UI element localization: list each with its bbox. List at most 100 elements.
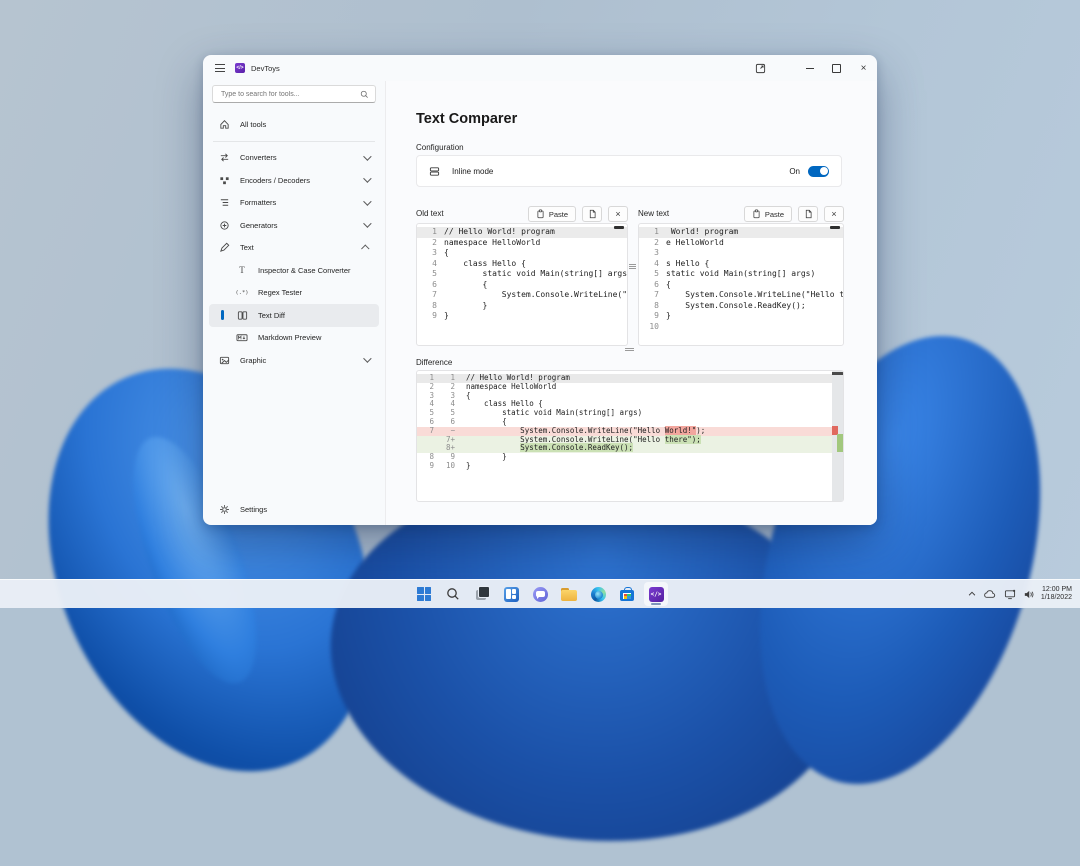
inspector-icon: T xyxy=(236,264,248,276)
vertical-resize-handle[interactable] xyxy=(625,348,634,351)
toggle-state-label: On xyxy=(789,167,800,176)
sidebar-item-label: All tools xyxy=(240,120,266,129)
scrollbar-thumb[interactable] xyxy=(614,226,624,229)
taskbar-task-view-button[interactable] xyxy=(470,582,494,606)
code-line: 1 World! program xyxy=(639,227,843,238)
clipboard-icon xyxy=(752,209,761,219)
sidebar-item-label: Encoders / Decoders xyxy=(240,176,310,185)
code-line: 1// Hello World! program xyxy=(417,227,627,238)
sidebar-item-graphic[interactable]: Graphic xyxy=(209,349,379,372)
chat-icon xyxy=(533,587,548,602)
chevron-up-icon xyxy=(361,244,369,252)
difference-label: Difference xyxy=(416,358,452,367)
sidebar-item-markdown-preview[interactable]: Markdown Preview xyxy=(209,327,379,350)
chevron-down-icon xyxy=(363,197,371,205)
code-line: 5 static void Main(string[] args) xyxy=(417,269,627,280)
titlebar[interactable]: </> DevToys × xyxy=(203,55,877,81)
close-icon: × xyxy=(615,209,620,219)
old-paste-button[interactable]: Paste xyxy=(528,206,576,222)
sidebar-item-generators[interactable]: Generators xyxy=(209,214,379,237)
diff-row: 89 } xyxy=(417,453,843,462)
sidebar-item-label: Markdown Preview xyxy=(258,333,321,342)
tray-date: 1/18/2022 xyxy=(1041,594,1072,603)
maximize-button[interactable] xyxy=(823,55,850,81)
taskbar: </> 12:00 PM 1/18/2022 xyxy=(0,579,1080,608)
compact-overlay-button[interactable] xyxy=(747,55,774,81)
taskbar-chat-button[interactable] xyxy=(528,582,552,606)
taskbar-widgets-button[interactable] xyxy=(499,582,523,606)
text-panes: Old text Paste × 1// Hello World! xyxy=(416,200,844,346)
taskbar-store-button[interactable] xyxy=(615,582,639,606)
edge-icon xyxy=(591,587,606,602)
sidebar-item-label: Text xyxy=(240,243,254,252)
tray-time: 12:00 PM xyxy=(1041,586,1072,595)
generators-icon xyxy=(218,219,230,231)
sidebar-divider xyxy=(213,141,375,142)
taskbar-devtoys-button[interactable]: </> xyxy=(644,582,668,606)
encoders-icon xyxy=(218,174,230,186)
new-text-label: New text xyxy=(638,209,669,218)
hamburger-menu-icon[interactable] xyxy=(215,64,225,72)
minimize-button[interactable] xyxy=(796,55,823,81)
graphic-icon xyxy=(218,354,230,366)
scrollbar-thumb[interactable] xyxy=(832,372,843,375)
ruler-addition-mark xyxy=(837,434,843,452)
sidebar-item-regex-tester[interactable]: (.*)Regex Tester xyxy=(209,282,379,305)
old-open-file-button[interactable] xyxy=(582,206,602,222)
taskbar-clock[interactable]: 12:00 PM 1/18/2022 xyxy=(1041,586,1072,603)
new-open-file-button[interactable] xyxy=(798,206,818,222)
onedrive-icon[interactable] xyxy=(984,589,997,599)
taskbar-edge-button[interactable] xyxy=(586,582,610,606)
taskbar-file-explorer-button[interactable] xyxy=(557,582,581,606)
code-line: 3 xyxy=(639,248,843,259)
pane-splitter-handle[interactable] xyxy=(629,264,636,269)
new-text-editor[interactable]: 1 World! program2e HelloWorld34s Hello {… xyxy=(638,223,844,346)
devtoys-window: </> DevToys × All tools Converters Encoder… xyxy=(203,55,877,525)
chevron-down-icon xyxy=(363,175,371,183)
text-diff-icon xyxy=(236,309,248,321)
sidebar-item-settings[interactable]: Settings xyxy=(209,499,388,522)
file-icon xyxy=(804,209,813,219)
close-button[interactable]: × xyxy=(850,55,877,81)
inline-mode-icon xyxy=(429,166,440,177)
difference-viewer[interactable]: 11// Hello World! program22namespace Hel… xyxy=(416,370,844,502)
sidebar-item-label: Graphic xyxy=(240,356,266,365)
code-line: 3{ xyxy=(417,248,627,259)
new-paste-button[interactable]: Paste xyxy=(744,206,792,222)
code-line: 6 { xyxy=(417,280,627,291)
code-line: 5static void Main(string[] args) xyxy=(639,269,843,280)
new-clear-button[interactable]: × xyxy=(824,206,844,222)
hidden-icons-chevron-icon[interactable] xyxy=(967,589,977,599)
sidebar-item-text[interactable]: Text xyxy=(209,237,379,260)
file-explorer-icon xyxy=(561,588,577,601)
search-input[interactable] xyxy=(219,90,360,99)
sidebar-item-label: Inspector & Case Converter xyxy=(258,266,351,275)
inline-mode-toggle[interactable] xyxy=(808,166,829,177)
taskbar-search-button[interactable] xyxy=(441,582,465,606)
code-line: 7 System.Console.WriteLine("Hello World!… xyxy=(417,290,627,301)
network-icon[interactable] xyxy=(1004,589,1016,600)
sidebar-item-encoders-decoders[interactable]: Encoders / Decoders xyxy=(209,169,379,192)
chevron-down-icon xyxy=(363,355,371,363)
main-content: Text Comparer Configuration Inline mode … xyxy=(385,81,877,525)
settings-label: Settings xyxy=(240,505,267,514)
sidebar-item-text-diff[interactable]: Text Diff xyxy=(209,304,379,327)
volume-icon[interactable] xyxy=(1023,589,1034,600)
sidebar: All tools Converters Encoders / Decoders Fo… xyxy=(203,81,385,525)
scrollbar-thumb[interactable] xyxy=(830,226,840,229)
close-icon: × xyxy=(831,209,836,219)
formatters-icon xyxy=(218,197,230,209)
search-icon xyxy=(360,90,369,99)
sidebar-item-formatters[interactable]: Formatters xyxy=(209,192,379,215)
old-text-editor[interactable]: 1// Hello World! program2namespace Hello… xyxy=(416,223,628,346)
sidebar-item-inspector-case-converter[interactable]: T Inspector & Case Converter xyxy=(209,259,379,282)
code-line: 2e HelloWorld xyxy=(639,238,843,249)
sidebar-item-converters[interactable]: Converters xyxy=(209,147,379,170)
converters-icon xyxy=(218,152,230,164)
taskbar-start-button[interactable] xyxy=(412,582,436,606)
task-view-icon xyxy=(474,586,490,602)
code-line: 6{ xyxy=(639,280,843,291)
tool-search-box[interactable] xyxy=(212,85,376,103)
sidebar-item-all-tools[interactable]: All tools xyxy=(209,113,379,136)
old-clear-button[interactable]: × xyxy=(608,206,628,222)
